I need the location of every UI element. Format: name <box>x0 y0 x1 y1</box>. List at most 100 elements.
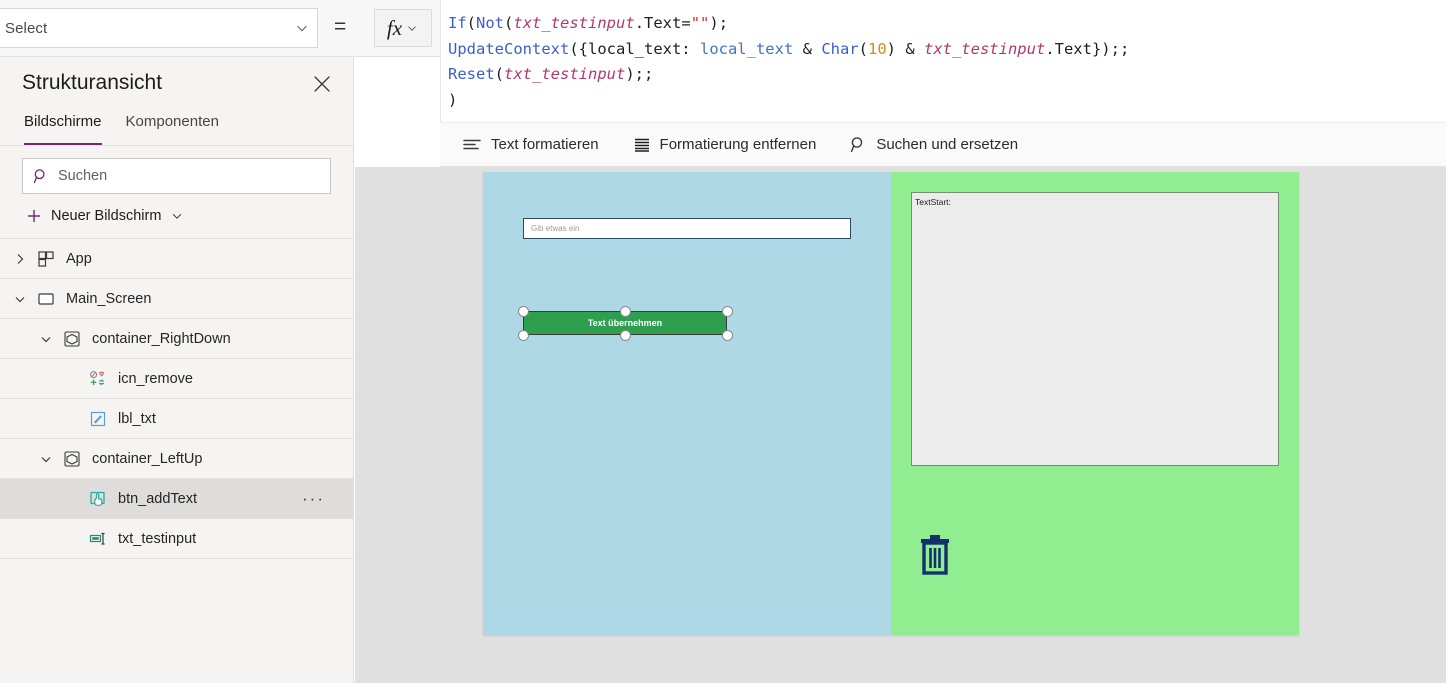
tab-komponenten[interactable]: Komponenten <box>126 113 219 145</box>
formula-token: UpdateContext <box>448 39 570 58</box>
remove-formatting-icon <box>634 138 649 152</box>
page-title: Strukturansicht <box>22 71 163 94</box>
icon-control-icon <box>88 369 108 389</box>
new-screen-button[interactable]: Neuer Bildschirm <box>0 194 353 224</box>
formula-token: Not <box>476 14 505 32</box>
button-icon <box>90 491 105 506</box>
resize-handle-top-center[interactable] <box>619 305 631 317</box>
chevron-down-icon <box>297 25 307 32</box>
formula-token: txt_testinput <box>513 14 635 32</box>
button-icon <box>88 489 108 509</box>
tree-item-label: container_LeftUp <box>92 450 203 467</box>
container-leftup[interactable]: Gib etwas ein Text übernehmen <box>483 172 891 635</box>
chevron-right-icon <box>64 491 80 507</box>
container-icon <box>62 449 82 469</box>
formula-line: ) <box>448 88 1446 114</box>
tree-item-txt_testinput[interactable]: txt_testinput <box>0 519 353 559</box>
remove-formatting-label: Formatierung entfernen <box>659 136 817 153</box>
tree-item-list: App Main_Screen container_RightDown icn_rem… <box>0 238 353 559</box>
app-icon <box>36 249 56 269</box>
search-icon <box>851 137 863 153</box>
new-screen-label: Neuer Bildschirm <box>51 208 162 224</box>
chevron-right-icon <box>64 531 80 547</box>
formula-line: Reset(txt_testinput);; <box>448 62 1446 88</box>
equals-sign: = <box>334 15 347 38</box>
formula-token: 10 <box>867 39 887 58</box>
chevron-down-icon[interactable] <box>38 451 54 467</box>
fx-button[interactable]: fx <box>374 9 432 47</box>
container-rightdown[interactable]: TextStart: <box>891 172 1299 635</box>
tree-item-container_leftup[interactable]: container_LeftUp <box>0 439 353 479</box>
formula-token: ) <box>448 90 458 109</box>
canvas-add-text-button-label: Text übernehmen <box>587 318 663 328</box>
formula-token: Char <box>821 39 859 58</box>
tree-view-panel: Strukturansicht Bildschirme Komponenten … <box>0 57 354 683</box>
tree-item-btn_addtext[interactable]: btn_addText ··· <box>0 479 353 519</box>
format-text-label: Text formatieren <box>491 136 599 153</box>
container-icon <box>64 330 80 347</box>
format-text-icon <box>463 139 481 149</box>
formula-line: If(Not(txt_testinput.Text=""); <box>448 11 1446 37</box>
formula-token: ( <box>494 65 505 83</box>
formula-token: local_text <box>699 39 794 58</box>
resize-handle-top-right[interactable] <box>721 305 733 317</box>
tab-bildschirme[interactable]: Bildschirme <box>24 113 102 145</box>
resize-handle-top-left[interactable] <box>517 305 529 317</box>
search-input[interactable]: Suchen <box>22 158 331 194</box>
close-icon[interactable] <box>313 75 331 93</box>
resize-handle-bottom-right[interactable] <box>721 329 733 341</box>
canvas-area: Gib etwas ein Text übernehmen TextStart: <box>355 167 1446 683</box>
search-placeholder: Suchen <box>58 168 108 184</box>
formula-token: ); <box>709 14 729 32</box>
formula-token: .Text= <box>634 14 691 32</box>
label-icon <box>90 411 106 426</box>
formula-token: ({local_text: <box>569 39 700 58</box>
tree-item-more-button[interactable]: ··· <box>302 489 325 509</box>
formula-toolbar: Text formatieren Formatierung entfernen … <box>440 122 1446 167</box>
tree-item-container_rightdown[interactable]: container_RightDown <box>0 319 353 359</box>
tree-item-label: txt_testinput <box>118 530 197 547</box>
plus-icon <box>27 209 41 223</box>
formula-token: .Text});; <box>1045 39 1130 58</box>
formula-token: Reset <box>448 65 495 83</box>
canvas-text-input-placeholder: Gib etwas ein <box>531 224 580 233</box>
chevron-down-icon <box>173 213 182 219</box>
chevron-right-icon[interactable] <box>12 251 28 267</box>
formula-token: ( <box>858 39 868 58</box>
container-icon <box>64 450 80 467</box>
formula-token: txt_testinput <box>504 65 626 83</box>
screen-icon <box>36 289 56 309</box>
tree-item-label: container_RightDown <box>92 330 231 347</box>
formula-text[interactable]: If(Not(txt_testinput.Text=""); UpdateCont… <box>441 0 1446 113</box>
formula-line: UpdateContext({local_text: local_text & … <box>448 37 1446 63</box>
property-select[interactable]: Select <box>0 8 318 48</box>
resize-handle-bottom-center[interactable] <box>619 329 631 341</box>
tree-item-main_screen[interactable]: Main_Screen <box>0 279 353 319</box>
formula-editor[interactable]: If(Not(txt_testinput.Text=""); UpdateCont… <box>440 0 1446 122</box>
tree-item-label: App <box>66 250 92 267</box>
textinput-icon <box>89 532 105 545</box>
chevron-down-icon <box>408 26 416 31</box>
format-text-button[interactable]: Text formatieren <box>462 136 599 153</box>
tree-item-app[interactable]: App <box>0 239 353 279</box>
formula-token: ) & <box>886 39 924 58</box>
trash-icon[interactable] <box>915 532 955 576</box>
tree-item-lbl_txt[interactable]: lbl_txt <box>0 399 353 439</box>
property-select-value: Select <box>5 19 48 37</box>
chevron-down-icon[interactable] <box>38 331 54 347</box>
tree-item-label: lbl_txt <box>118 410 156 427</box>
tree-item-icn_remove[interactable]: icn_remove <box>0 359 353 399</box>
formula-token: & <box>793 39 822 58</box>
search-row: Suchen <box>0 146 353 194</box>
tree-item-label: icn_remove <box>118 370 193 387</box>
resize-handle-bottom-left[interactable] <box>517 329 529 341</box>
tree-view-tabs: Bildschirme Komponenten <box>0 113 353 146</box>
search-replace-button[interactable]: Suchen und ersetzen <box>850 136 1018 153</box>
chevron-down-icon[interactable] <box>12 291 28 307</box>
remove-formatting-button[interactable]: Formatierung entfernen <box>633 136 817 153</box>
formula-token: ( <box>466 14 477 32</box>
canvas-output-label: TextStart: <box>911 192 1279 466</box>
screen-icon <box>38 292 54 305</box>
canvas-text-input[interactable]: Gib etwas ein <box>523 218 851 239</box>
container-icon <box>62 329 82 349</box>
